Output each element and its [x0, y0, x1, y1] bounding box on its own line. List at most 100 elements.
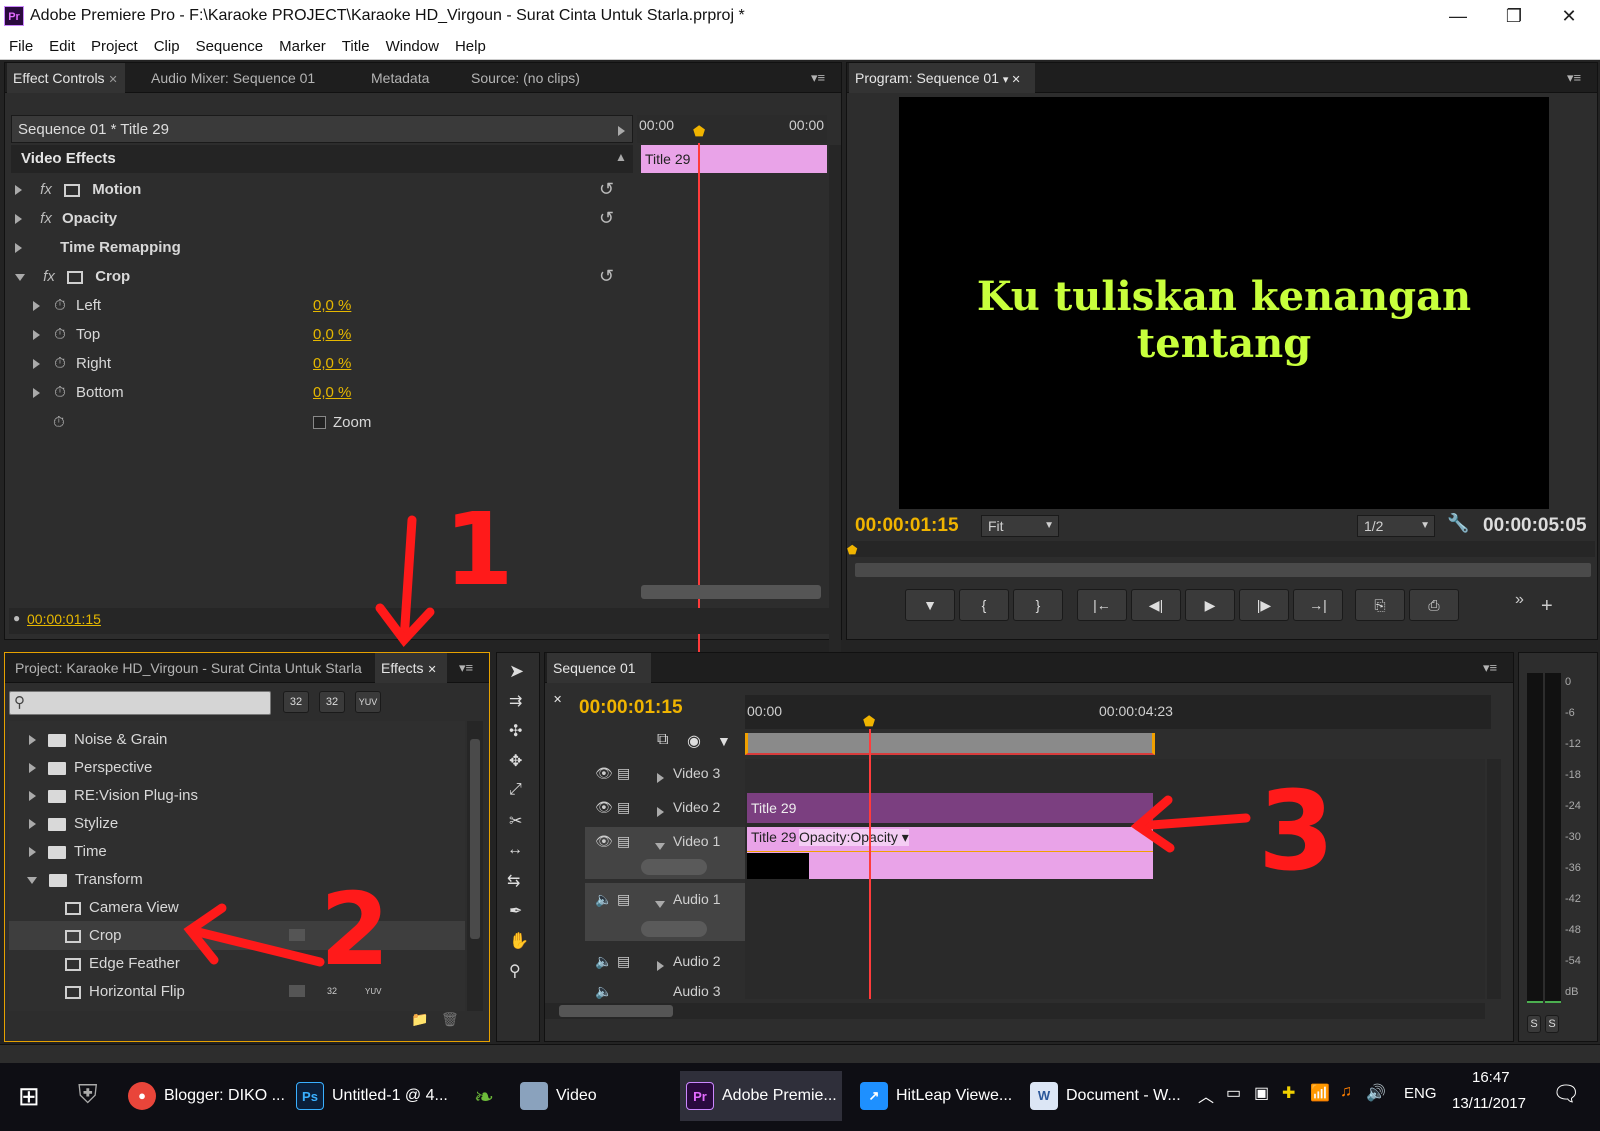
collapse-arrow-icon[interactable]: [655, 837, 665, 853]
panel-menu-icon[interactable]: ▾≡: [805, 63, 831, 93]
leaf-app-icon[interactable]: ❧: [474, 1083, 494, 1112]
expand-arrow-icon[interactable]: [15, 243, 22, 254]
param-value[interactable]: 0,0 %: [313, 378, 351, 407]
expand-arrow-icon[interactable]: [15, 214, 22, 225]
expand-arrow-icon[interactable]: [33, 388, 40, 399]
tree-folder-transform[interactable]: Transform: [9, 865, 465, 894]
resolution-dropdown[interactable]: 1/2 ▼: [1357, 515, 1435, 537]
speaker-icon[interactable]: 🔈: [595, 891, 612, 908]
collapse-arrow-icon[interactable]: [655, 895, 665, 911]
pen-tool-icon[interactable]: ✒: [509, 901, 522, 921]
minimize-button[interactable]: —: [1438, 2, 1478, 30]
effect-row-opacity[interactable]: fx Opacity ↺: [5, 204, 633, 233]
stopwatch-icon[interactable]: ⏱: [54, 384, 66, 401]
accelerated-effects-filter-icon[interactable]: 32: [283, 691, 309, 713]
lock-icon[interactable]: ▤: [617, 953, 630, 970]
program-timecode[interactable]: 00:00:01:15: [855, 515, 959, 537]
32bit-filter-icon[interactable]: 32: [319, 691, 345, 713]
set-marker-icon[interactable]: ◉: [687, 731, 701, 751]
show-timeline-arrow-icon[interactable]: [618, 122, 625, 138]
razor-tool-icon[interactable]: ✂: [509, 811, 522, 831]
add-marker-button[interactable]: ▼: [905, 589, 955, 621]
tab-program[interactable]: Program: Sequence 01 ▾ ✕: [849, 63, 1035, 93]
tray-network-icon[interactable]: ▣: [1254, 1083, 1269, 1103]
hand-tool-icon[interactable]: ✋: [509, 931, 529, 951]
timeline-ruler[interactable]: 00:00 00:00:04:23: [745, 695, 1491, 729]
ec-playhead-icon[interactable]: ⬟: [693, 123, 705, 140]
expand-arrow-icon[interactable]: [657, 803, 664, 819]
close-button[interactable]: ✕: [1549, 2, 1589, 30]
speaker-icon[interactable]: 🔈: [595, 953, 612, 970]
go-to-out-button[interactable]: →|: [1293, 589, 1343, 621]
fit-dropdown[interactable]: Fit ▼: [981, 515, 1059, 537]
eye-icon[interactable]: 👁: [595, 799, 613, 816]
reset-icon[interactable]: ↺: [599, 204, 614, 233]
scrollbar-thumb[interactable]: [559, 1005, 673, 1017]
expand-arrow-icon[interactable]: [33, 359, 40, 370]
tab-effects[interactable]: Effects ✕: [375, 653, 447, 683]
collapse-up-icon[interactable]: ▲: [615, 150, 627, 164]
speaker-icon[interactable]: 🔈: [595, 983, 612, 1000]
clock-time[interactable]: 16:47: [1472, 1069, 1510, 1086]
menu-clip[interactable]: Clip: [145, 34, 187, 55]
tree-folder-time[interactable]: Time: [9, 837, 465, 866]
clip-fx-dropdown[interactable]: Opacity:Opacity ▾: [799, 829, 909, 846]
slide-tool-icon[interactable]: ⇆: [507, 871, 520, 891]
menu-edit[interactable]: Edit: [40, 34, 82, 55]
keyframe-nav[interactable]: [641, 859, 707, 875]
lift-button[interactable]: ⎘: [1355, 589, 1405, 621]
expand-arrow-icon[interactable]: [33, 301, 40, 312]
step-back-button[interactable]: ◀|: [1131, 589, 1181, 621]
marker-icon[interactable]: ▼: [717, 733, 731, 749]
panel-menu-icon[interactable]: ▾≡: [1561, 63, 1587, 93]
delete-icon[interactable]: 🗑: [441, 1011, 459, 1028]
taskbar-item-chrome[interactable]: ● Blogger: DIKO ...: [128, 1071, 290, 1121]
panel-menu-icon[interactable]: ▾≡: [1477, 653, 1503, 683]
timeline-timecode[interactable]: 00:00:01:15: [579, 697, 683, 719]
eye-icon[interactable]: 👁: [595, 833, 613, 850]
effect-row-time-remapping[interactable]: Time Remapping: [5, 233, 633, 262]
ripple-edit-tool-icon[interactable]: ✣: [509, 721, 522, 741]
tree-folder-perspective[interactable]: Perspective: [9, 753, 465, 782]
opacity-rubber-band[interactable]: [747, 851, 1153, 852]
extract-button[interactable]: ⎙: [1409, 589, 1459, 621]
track-select-tool-icon[interactable]: ⇉: [509, 691, 522, 711]
scrollbar-thumb[interactable]: [470, 739, 480, 939]
go-to-in-button[interactable]: |←: [1077, 589, 1127, 621]
effects-search-input[interactable]: ⚲: [9, 691, 271, 715]
language-indicator[interactable]: ENG: [1404, 1085, 1437, 1102]
volume-icon[interactable]: 🔊: [1366, 1083, 1386, 1103]
rolling-edit-tool-icon[interactable]: ✥: [509, 751, 522, 771]
program-playhead-icon[interactable]: ⬟: [847, 543, 857, 557]
effect-row-motion[interactable]: fx Motion ↺: [5, 175, 633, 204]
yuv-filter-icon[interactable]: YUV: [355, 691, 381, 713]
solo-right-button[interactable]: S: [1545, 1015, 1559, 1033]
expand-arrow-icon[interactable]: [29, 763, 36, 774]
more-controls-icon[interactable]: »: [1515, 591, 1524, 609]
tab-sequence-01[interactable]: Sequence 01 ✕: [547, 653, 651, 706]
stopwatch-icon[interactable]: ⏱: [54, 355, 66, 372]
notifications-icon[interactable]: 🗨: [1552, 1081, 1580, 1107]
wrench-icon[interactable]: 🔧: [1447, 513, 1469, 534]
expand-arrow-icon[interactable]: [33, 330, 40, 341]
tab-metadata[interactable]: Metadata: [365, 63, 435, 93]
lock-icon[interactable]: ▤: [617, 833, 630, 850]
taskbar-item-hitleap[interactable]: ↗ HitLeap Viewe...: [860, 1071, 1020, 1121]
collapse-arrow-icon[interactable]: [27, 876, 37, 884]
clock-date[interactable]: 13/11/2017: [1452, 1095, 1526, 1112]
expand-arrow-icon[interactable]: [29, 791, 36, 802]
stopwatch-icon[interactable]: ⏱: [54, 297, 66, 314]
zoom-checkbox[interactable]: [313, 416, 326, 429]
windows-start-icon[interactable]: ⊞: [18, 1081, 40, 1112]
expand-arrow-icon[interactable]: [657, 769, 664, 785]
keyframe-nav[interactable]: [641, 921, 707, 937]
step-forward-button[interactable]: |▶: [1239, 589, 1289, 621]
tab-project[interactable]: Project: Karaoke HD_Virgoun - Surat Cint…: [9, 653, 368, 683]
ec-clip-bar[interactable]: Title 29: [641, 145, 827, 173]
mark-out-button[interactable]: }: [1013, 589, 1063, 621]
ec-vertical-scrollbar[interactable]: [829, 145, 841, 659]
menu-title[interactable]: Title: [333, 34, 377, 55]
stopwatch-icon[interactable]: ⏱: [54, 326, 66, 343]
mark-in-button[interactable]: {: [959, 589, 1009, 621]
menu-sequence[interactable]: Sequence: [187, 34, 271, 55]
